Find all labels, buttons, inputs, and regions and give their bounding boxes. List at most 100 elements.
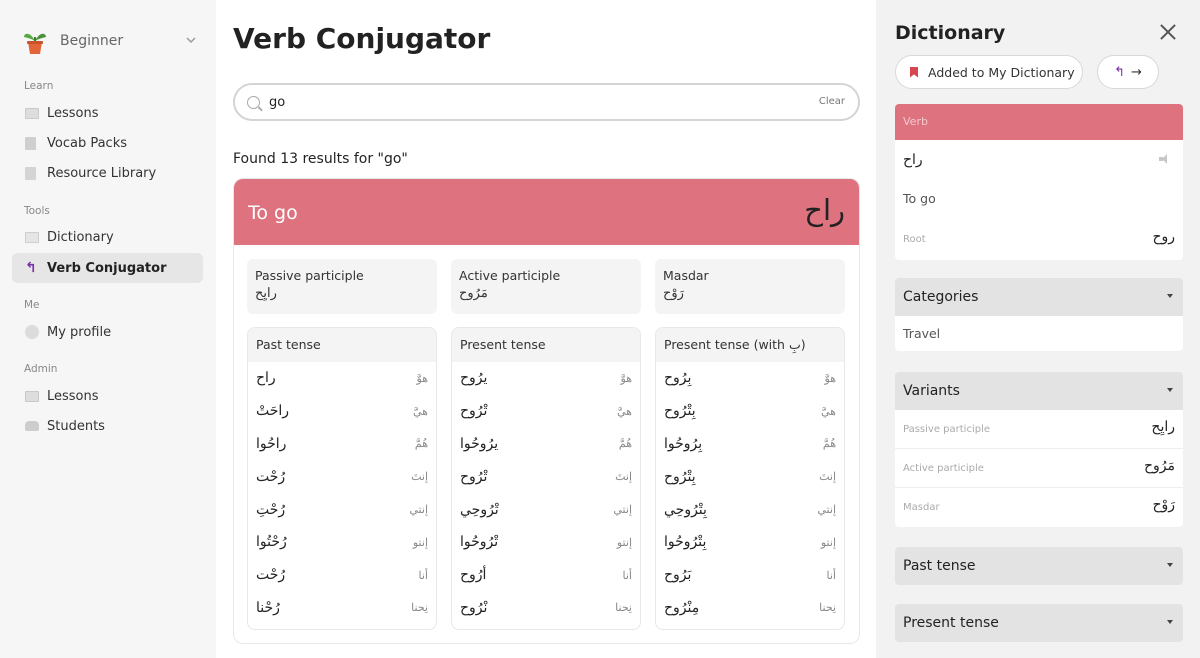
tense-header: Present tense (with بِ): [656, 328, 844, 362]
sidebar-item-label: My profile: [47, 324, 112, 340]
present-tense-accordion[interactable]: Present tense: [895, 604, 1183, 642]
conjugate-arrow-icon: ↰: [25, 260, 37, 276]
table-row: يرُوح هوَّ: [452, 362, 640, 395]
present-tense-bi-column: Present tense (with بِ) بِرُوح هوَّ بِتْر…: [655, 327, 845, 630]
table-row: أرُوح أنا: [452, 559, 640, 592]
table-row: بَرُوح أنا: [656, 559, 844, 592]
present-tense-column: Present tense يرُوح هوَّ تْرُوح هيَّ يرُوح…: [451, 327, 641, 630]
participle-value: مَرُوح: [459, 286, 488, 301]
table-row: تْرُوحِي إنتي: [452, 493, 640, 526]
conjugated-verb: يرُوحُوا: [460, 435, 499, 452]
table-row: راح هوَّ: [248, 362, 436, 395]
tense-header: Past tense: [248, 328, 436, 362]
conjugated-verb: رُحْت: [256, 567, 286, 584]
sidebar-item-vocab-packs[interactable]: Vocab Packs: [12, 128, 203, 158]
table-row: رُحْتُوا إنتو: [248, 526, 436, 559]
conjugated-verb: راحَتْ: [256, 403, 290, 420]
pronoun: هيَّ: [821, 404, 836, 418]
pronoun: هوَّ: [620, 371, 632, 385]
close-icon[interactable]: [1158, 22, 1178, 42]
sidebar-item-dictionary[interactable]: Dictionary: [12, 222, 203, 252]
plant-icon: [24, 33, 46, 54]
masdar-box: Masdar رَوْح: [655, 259, 845, 314]
section-tools: Tools: [24, 205, 50, 217]
pronoun: أنا: [622, 568, 632, 582]
conjugated-verb: رُحْتُوا: [256, 534, 287, 551]
categories-accordion[interactable]: Categories: [895, 278, 1183, 316]
profile-icon: [25, 325, 39, 339]
clear-button[interactable]: Clear: [819, 96, 845, 107]
conjugated-verb: بِرُوح: [664, 370, 692, 387]
conjugated-verb: مِنْرُوح: [664, 599, 700, 616]
list-item: Masdar رَوْح: [895, 488, 1183, 527]
conjugated-verb: نْرُوح: [460, 599, 488, 616]
accordion-title: Present tense: [903, 615, 999, 631]
pronoun: إنتي: [409, 503, 428, 517]
conjugated-verb: بِتْرُوحِي: [664, 501, 707, 518]
verb-card[interactable]: To go راح Passive participle رايِح Activ…: [233, 178, 860, 644]
root-label: Root: [903, 234, 926, 245]
table-row: رُحْنا نِحنا: [248, 592, 436, 625]
table-row: نْرُوح نِحنا: [452, 592, 640, 625]
table-row: بِتْرُوحِي إنتي: [656, 493, 844, 526]
book-icon: [25, 390, 39, 402]
pronoun: هوَّ: [416, 371, 428, 385]
conjugated-verb: بِتْرُوح: [664, 403, 696, 420]
table-row: بِتْرُوح هيَّ: [656, 395, 844, 428]
variant-value: مَرُوح: [1143, 458, 1175, 474]
sidebar-item-lessons[interactable]: Lessons: [12, 98, 203, 128]
pack-icon: [25, 136, 36, 150]
table-row: بِتْرُوح إنتَ: [656, 460, 844, 493]
pronoun: إنتي: [817, 503, 836, 517]
active-participle-box: Active participle مَرُوح: [451, 259, 641, 314]
pronoun: إنتو: [820, 535, 836, 549]
sidebar-item-label: Lessons: [47, 105, 99, 121]
sidebar-item-label: Verb Conjugator: [47, 260, 167, 276]
document-icon: [25, 166, 36, 180]
conjugated-verb: تْرُوح: [460, 403, 488, 420]
pronoun: هوَّ: [824, 371, 836, 385]
search-icon: [247, 95, 260, 109]
variant-value: رَوْح: [1152, 497, 1175, 513]
accordion-title: Variants: [903, 383, 960, 399]
arrow-right-icon: →: [1131, 64, 1142, 80]
root-value: روح: [1152, 229, 1175, 245]
sidebar-item-resource-library[interactable]: Resource Library: [12, 158, 203, 188]
sidebar-item-admin-lessons[interactable]: Lessons: [12, 381, 203, 411]
table-row: راحُوا هُمَّ: [248, 428, 436, 461]
pronoun: هُمَّ: [414, 437, 428, 451]
sidebar-item-label: Lessons: [47, 388, 99, 404]
speaker-icon[interactable]: [1159, 154, 1171, 164]
book-icon: [25, 107, 39, 119]
sidebar-item-my-profile[interactable]: My profile: [12, 317, 203, 347]
bookmark-icon: [910, 66, 918, 78]
passive-participle-box: Passive participle رايِح: [247, 259, 437, 314]
graduation-cap-icon: [25, 421, 39, 431]
sidebar-item-students[interactable]: Students: [12, 411, 203, 441]
sidebar-item-verb-conjugator[interactable]: ↰ Verb Conjugator: [12, 253, 203, 283]
sidebar-item-label: Dictionary: [47, 229, 114, 245]
main-content: Verb Conjugator Clear Found 13 results f…: [216, 0, 876, 658]
pronoun: نِحنا: [411, 601, 428, 615]
conjugated-verb: تْرُوحِي: [460, 501, 499, 518]
level-select[interactable]: Beginner: [22, 26, 198, 56]
conjugate-button[interactable]: ↰ →: [1097, 55, 1159, 89]
table-row: راحَتْ هيَّ: [248, 395, 436, 428]
added-to-dictionary-button[interactable]: Added to My Dictionary: [895, 55, 1083, 89]
pronoun: نِحنا: [819, 601, 836, 615]
variants-accordion[interactable]: Variants: [895, 372, 1183, 410]
conjugated-verb: رُحْت: [256, 468, 286, 485]
chevron-down-icon: [186, 34, 196, 47]
variant-value: رايِح: [1151, 419, 1175, 435]
caret-down-icon: [1167, 294, 1173, 298]
panel-title: Dictionary: [895, 22, 1006, 44]
dictionary-icon: [25, 231, 39, 243]
accordion-title: Past tense: [903, 558, 976, 574]
verb-card-header: To go راح: [234, 179, 859, 245]
past-tense-accordion[interactable]: Past tense: [895, 547, 1183, 585]
search-input[interactable]: [269, 94, 789, 110]
list-item: Passive participle رايِح: [895, 410, 1183, 449]
table-row: رُحْت إنتَ: [248, 460, 436, 493]
pronoun: نِحنا: [615, 601, 632, 615]
table-row: بِرُوحُوا هُمَّ: [656, 428, 844, 461]
